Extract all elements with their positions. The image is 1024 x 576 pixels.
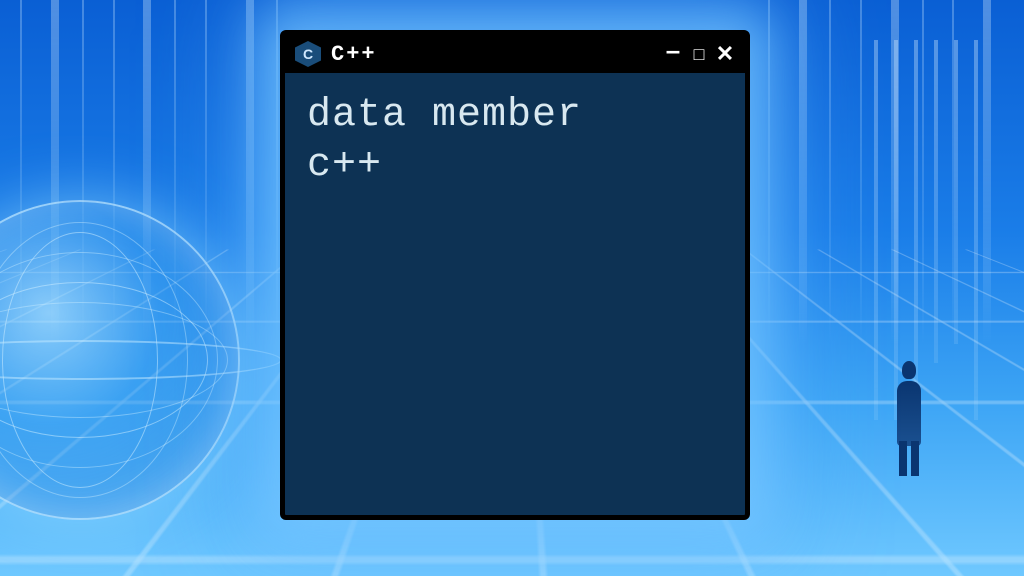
person-silhouette	[889, 356, 929, 476]
terminal-body[interactable]: data member c++	[285, 73, 745, 209]
logo-letter: C	[303, 46, 313, 62]
building-structure	[864, 40, 1004, 420]
cpp-logo-icon: C	[295, 41, 321, 67]
terminal-line-1: data member	[307, 91, 723, 141]
terminal-line-2: c++	[307, 141, 723, 191]
window-controls: – □ ✕	[663, 41, 735, 67]
maximize-button[interactable]: □	[689, 45, 709, 63]
titlebar[interactable]: C C++ – □ ✕	[285, 35, 745, 73]
terminal-window: C C++ – □ ✕ data member c++	[280, 30, 750, 520]
minimize-button[interactable]: –	[663, 37, 683, 63]
window-title: C++	[331, 42, 653, 67]
close-button[interactable]: ✕	[715, 43, 735, 65]
